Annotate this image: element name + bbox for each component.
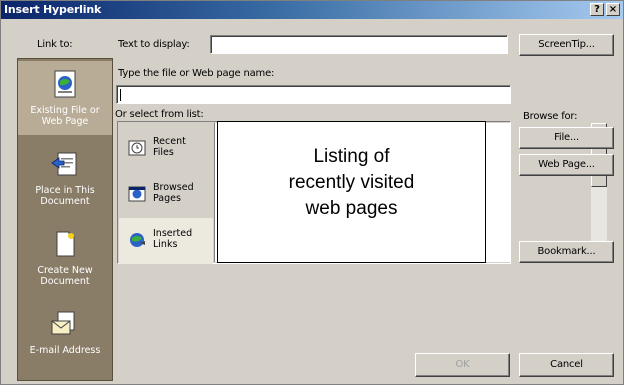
sidebar-item-label-line1: E-mail Address [29,345,101,356]
bookmark-button[interactable]: Bookmark... [519,241,614,263]
screentip-button[interactable]: ScreenTip... [519,34,614,56]
select-from-list-label: Or select from list: [115,109,204,120]
text-to-display-input[interactable] [210,35,508,54]
sidebar-item-create-new-document[interactable]: Create New Document [18,221,112,295]
sidebar-item-label-line2: Web Page [41,116,89,127]
close-button[interactable]: × [606,3,620,16]
sidebar-item-place-in-document[interactable]: Place in This Document [18,141,112,215]
sidebar-item-label-line1: Existing File or [30,105,100,116]
category-label-line2: Files [153,147,174,158]
sidebar-item-label-line2: Document [40,196,90,207]
email-icon [51,311,75,335]
file-name-label: Type the file or Web page name: [118,68,275,79]
recent-files-icon [128,140,146,156]
sidebar-item-label-line2: Document [40,276,90,287]
sidebar-item-email-address[interactable]: E-mail Address [18,301,112,375]
category-browsed-pages[interactable]: Browsed Pages [119,172,213,218]
insert-hyperlink-dialog: Insert Hyperlink ? × Link to: Existing F… [0,0,624,385]
sidebar-item-existing-file[interactable]: Existing File or Web Page [18,61,112,135]
sidebar-item-label-line1: Place in This [35,185,95,196]
inserted-links-icon [130,233,145,247]
category-label-line1: Inserted [153,228,193,239]
browsed-pages-icon [128,186,146,202]
file-name-input[interactable] [116,85,511,104]
text-to-display-label: Text to display: [118,39,190,50]
browse-file-button[interactable]: File... [519,127,614,149]
browse-for-label: Browse for: [523,111,578,122]
cancel-button[interactable]: Cancel [519,353,614,377]
link-to-sidebar: Existing File or Web Page Place in This … [17,58,113,381]
place-in-document-icon [51,152,77,176]
title-bar[interactable]: Insert Hyperlink ? × [1,1,623,19]
callout-line-1: Listing of [313,146,390,167]
callout-line-3: web pages [305,198,398,219]
text-cursor [120,89,121,101]
category-recent-files[interactable]: Recent Files [119,126,213,172]
callout-line-2: recently visited [288,172,415,193]
browse-web-page-button[interactable]: Web Page... [519,154,614,176]
ok-button[interactable]: OK [415,353,510,377]
category-label-line2: Links [153,239,178,250]
category-label-line1: Recent [153,136,186,147]
category-inserted-links[interactable]: Inserted Links [119,218,213,264]
category-label-line2: Pages [153,193,181,204]
listing-callout: Listing of recently visited web pages [217,121,486,263]
link-to-label: Link to: [37,39,73,50]
new-document-icon [56,231,75,257]
help-button[interactable]: ? [590,3,604,16]
category-label-line1: Browsed [153,182,194,193]
web-page-icon [54,70,76,98]
sidebar-item-label-line1: Create New [37,265,93,276]
dialog-title: Insert Hyperlink [4,3,102,16]
